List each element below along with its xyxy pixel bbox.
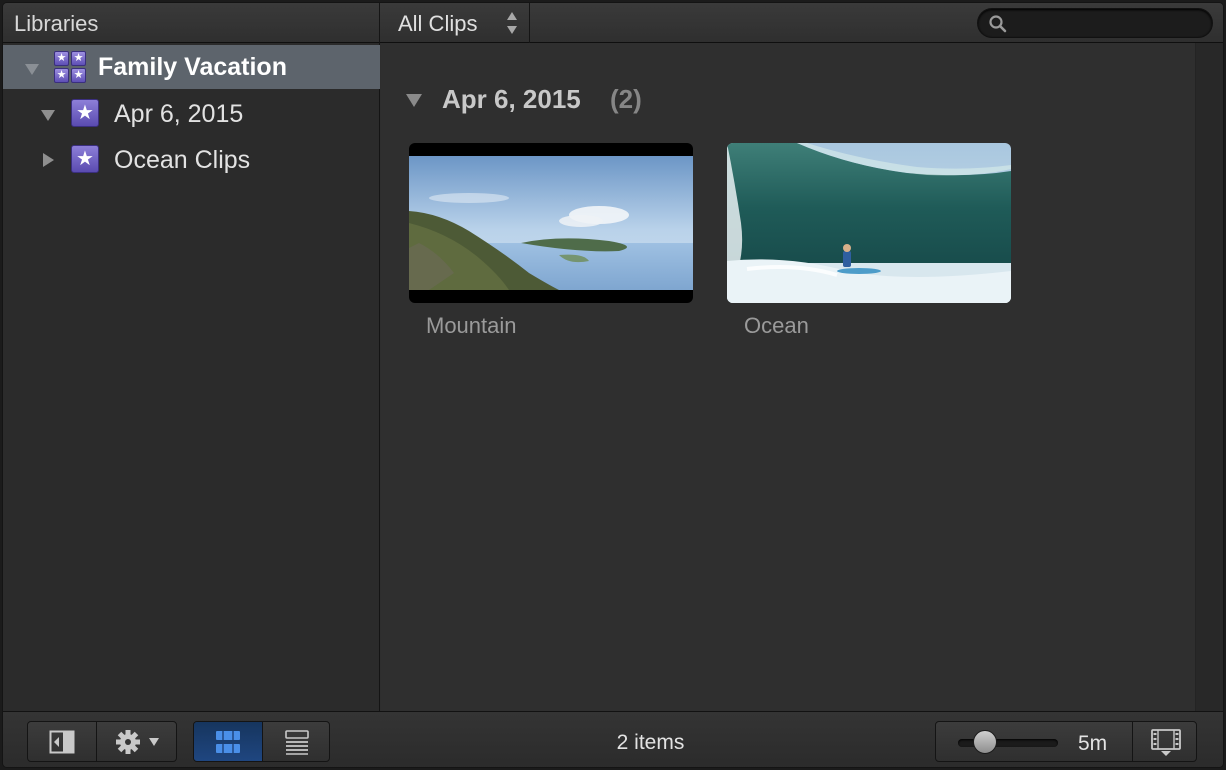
sidebar-controls-group xyxy=(27,721,177,762)
toggle-sidebar-button[interactable] xyxy=(28,722,96,761)
filmstrip-settings-icon xyxy=(1150,728,1181,756)
sidebar-toggle-icon xyxy=(49,730,75,753)
action-menu-button[interactable] xyxy=(96,722,176,761)
gear-icon xyxy=(115,729,159,754)
libraries-sidebar: ★ ★ ★ ★ Family Vacation ★ Apr 6, 2015 ★ Oce… xyxy=(3,43,380,711)
library-icon: ★ ★ ★ ★ xyxy=(54,51,86,83)
search-field[interactable] xyxy=(977,8,1213,38)
items-count: 2 items xyxy=(616,731,685,754)
zoom-controls-group: 5m xyxy=(935,721,1197,762)
list-view-button[interactable] xyxy=(262,722,329,761)
sidebar-item-ocean-clips[interactable]: ★ Ocean Clips xyxy=(3,137,380,181)
section-count: (2) xyxy=(610,84,642,114)
sidebar-item-label: Ocean Clips xyxy=(114,146,251,174)
browser-window: Libraries All Clips ★ ★ ★ ★ Family Vacat… xyxy=(2,2,1224,768)
filmstrip-view-button[interactable] xyxy=(194,722,262,761)
search-input[interactable] xyxy=(1014,13,1204,33)
clip-thumbnail-mountain[interactable] xyxy=(409,143,693,303)
filmstrip-view-icon xyxy=(216,730,240,753)
disclosure-expanded-icon[interactable] xyxy=(405,91,423,109)
section-date: Apr 6, 2015 xyxy=(442,84,581,114)
vertical-scrollbar[interactable] xyxy=(1195,43,1223,711)
sidebar-item-family-vacation[interactable]: ★ ★ ★ ★ Family Vacation xyxy=(3,45,380,89)
clip-name: Ocean xyxy=(744,313,809,338)
updown-arrows-icon xyxy=(507,12,517,34)
clip-filter-label: All Clips xyxy=(398,11,478,36)
clip-browser: Apr 6, 2015 (2) Mountain Ocean xyxy=(381,43,1195,711)
zoom-duration-label: 5m xyxy=(1078,732,1108,755)
libraries-title: Libraries xyxy=(14,11,99,36)
sidebar-item-label: Apr 6, 2015 xyxy=(114,100,244,128)
clip-filter-popup[interactable]: All Clips xyxy=(381,3,530,43)
disclosure-collapsed-icon[interactable] xyxy=(40,152,56,168)
sidebar-item-apr-6-2015[interactable]: ★ Apr 6, 2015 xyxy=(3,91,380,135)
mountain-thumbnail-image xyxy=(409,143,693,303)
ocean-thumbnail-image xyxy=(727,143,1011,303)
disclosure-expanded-icon[interactable] xyxy=(24,61,40,77)
list-view-icon xyxy=(285,729,309,755)
zoom-slider-knob[interactable] xyxy=(973,730,998,754)
bottom-toolbar: 2 items 5m xyxy=(3,711,1223,767)
view-mode-group xyxy=(193,721,330,762)
header-bar: Libraries All Clips xyxy=(3,3,1223,43)
event-star-icon: ★ xyxy=(71,99,99,127)
clip-name: Mountain xyxy=(426,313,517,338)
clip-appearance-button[interactable] xyxy=(1132,722,1196,761)
clip-zoom-control: 5m xyxy=(936,722,1132,761)
event-star-icon: ★ xyxy=(71,145,99,173)
search-icon xyxy=(989,15,1007,33)
sidebar-item-label: Family Vacation xyxy=(98,53,287,81)
disclosure-expanded-icon[interactable] xyxy=(40,107,56,123)
libraries-header: Libraries xyxy=(3,3,380,43)
clip-thumbnail-ocean[interactable] xyxy=(727,143,1011,303)
